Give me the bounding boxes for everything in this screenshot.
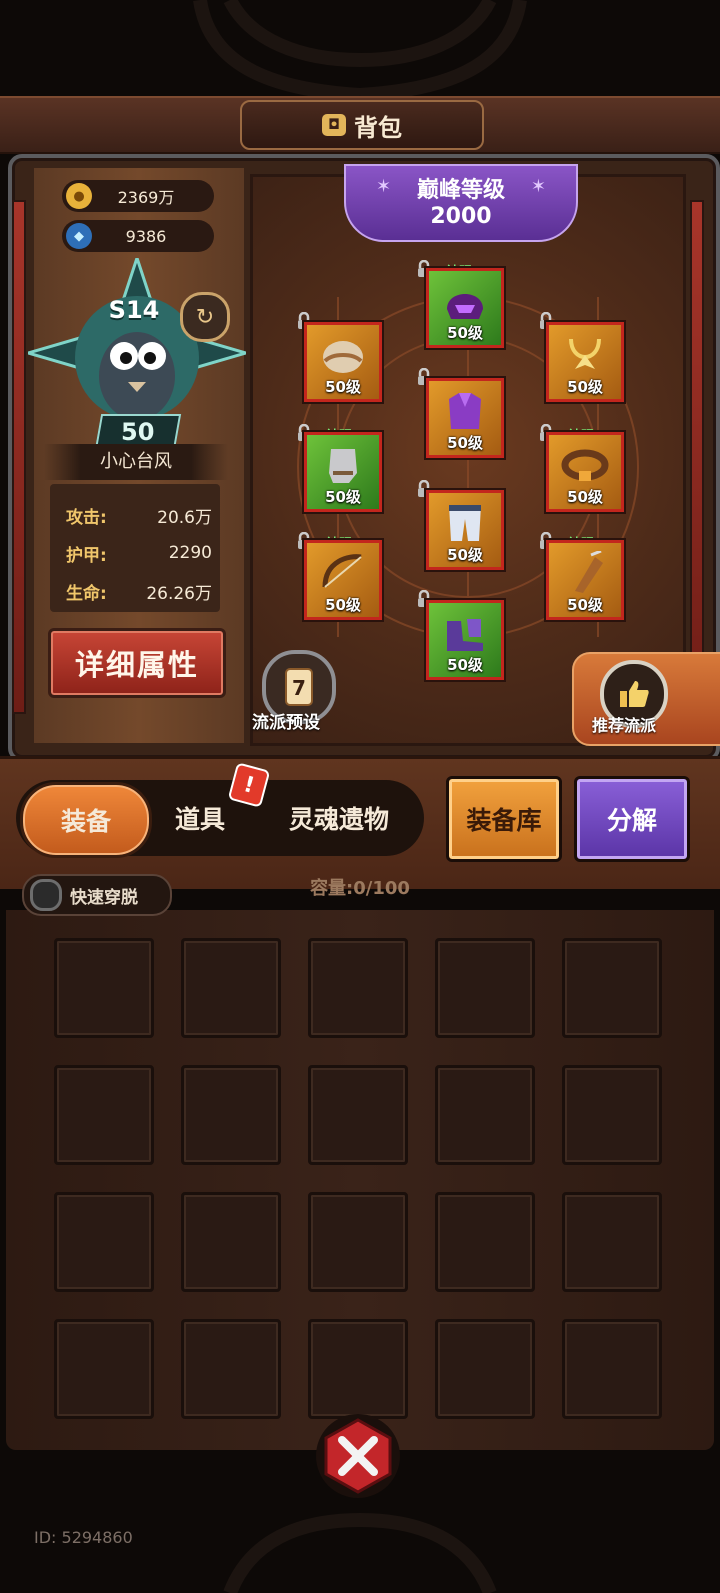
gloves-icon: [329, 449, 357, 483]
stat-label: 护甲:: [66, 545, 107, 566]
slot-level: 50级: [447, 434, 483, 452]
inventory-slot[interactable]: [181, 1065, 281, 1165]
equipment-storage-button[interactable]: 装备库: [446, 776, 562, 862]
inventory-slot[interactable]: [54, 938, 154, 1038]
inventory-slot[interactable]: [435, 938, 535, 1038]
stat-value: 26.26万: [146, 583, 212, 604]
slot-level: 50级: [325, 488, 361, 506]
inventory-slot[interactable]: [562, 1065, 662, 1165]
gold-counter: ● 2369万: [62, 180, 214, 212]
tab-soul-relics[interactable]: 灵魂遗物: [266, 780, 412, 856]
slot-level: 50级: [567, 378, 603, 396]
slot-level: 50级: [567, 488, 603, 506]
quick-swap-toggle[interactable]: 快速穿脱: [22, 874, 172, 916]
svg-text:7: 7: [292, 676, 306, 700]
inventory-slot[interactable]: [308, 938, 408, 1038]
slot-level: 50级: [447, 546, 483, 564]
inventory-capacity: 容量:0/100: [310, 878, 410, 899]
inventory-slot[interactable]: [435, 1192, 535, 1292]
equip-slot-bow[interactable]: 50级: [304, 540, 382, 620]
sparkle-icon: ✶: [376, 176, 392, 197]
page-title: 背包: [354, 113, 402, 142]
inventory-slot[interactable]: [562, 1319, 662, 1419]
thumbs-up-icon: [620, 681, 649, 707]
recommended-build-label: 推荐流派: [592, 716, 657, 735]
belt-icon: [561, 449, 609, 481]
decompose-button[interactable]: 分解: [574, 776, 690, 862]
inventory-slot[interactable]: [435, 1065, 535, 1165]
frame-left-bar: [12, 200, 26, 714]
title-plate: ◘ 背包: [240, 100, 484, 150]
stat-value: 2290: [168, 543, 212, 563]
stat-armor: 护甲: 2290: [66, 538, 212, 568]
inventory-slot[interactable]: [181, 938, 281, 1038]
sparkle-icon: ✶: [530, 176, 546, 197]
peak-level-value: 2000: [430, 204, 492, 229]
stat-health: 生命: 26.26万: [66, 576, 212, 606]
inventory-slot[interactable]: [562, 938, 662, 1038]
stat-attack: 攻击: 20.6万: [66, 500, 212, 530]
refresh-icon: ↻: [195, 304, 215, 330]
inventory-slot[interactable]: [308, 1192, 408, 1292]
gold-value: 2369万: [117, 188, 175, 207]
inventory-slot[interactable]: [54, 1319, 154, 1419]
inventory-slot[interactable]: [435, 1319, 535, 1419]
close-button[interactable]: [314, 1412, 402, 1500]
quiver-icon: [575, 551, 603, 593]
necklace-icon: [569, 338, 601, 369]
detail-attributes-button[interactable]: 详细属性: [48, 628, 226, 698]
inventory-slot[interactable]: [54, 1065, 154, 1165]
bow-icon: [322, 554, 362, 588]
quick-swap-label: 快速穿脱: [70, 887, 138, 908]
inventory-slot[interactable]: [181, 1192, 281, 1292]
card-icon: 7: [285, 668, 313, 706]
peak-level-banner: ✶ ✶ 巅峰等级 2000: [344, 164, 578, 242]
toggle-off-icon: [30, 879, 62, 911]
equip-slot-pauldron[interactable]: 50级: [304, 322, 382, 402]
slot-level: 50级: [567, 596, 603, 614]
slot-level: 50级: [325, 378, 361, 396]
equip-slot-helmet[interactable]: 50级: [426, 268, 504, 348]
gold-coin-icon: ●: [66, 183, 92, 209]
gem-icon: ◆: [66, 223, 92, 249]
slot-level: 50级: [447, 324, 483, 342]
equip-slot-belt[interactable]: 50级: [546, 432, 624, 512]
inventory-slot[interactable]: [54, 1192, 154, 1292]
pants-icon: [449, 505, 481, 541]
helmet-icon: [447, 294, 483, 319]
season-label: S14: [108, 296, 160, 324]
gem-counter: ◆ 9386: [62, 220, 214, 252]
equip-slot-quiver[interactable]: 50级: [546, 540, 624, 620]
slot-level: 50级: [325, 596, 361, 614]
equip-slot-necklace[interactable]: 50级: [546, 322, 624, 402]
equip-slot-armor[interactable]: 50级: [426, 378, 504, 458]
equip-slot-gloves[interactable]: 50级: [304, 432, 382, 512]
build-preset-label: 流派预设: [252, 713, 320, 733]
inventory-slot[interactable]: [181, 1319, 281, 1419]
inventory-slot[interactable]: [308, 1319, 408, 1419]
player-name: 小心台风: [44, 444, 228, 480]
boots-icon: [447, 619, 483, 651]
backpack-icon: ◘: [322, 114, 346, 136]
refresh-avatar-button[interactable]: ↻: [180, 292, 230, 342]
pauldron-icon: [323, 341, 363, 373]
inventory-slot[interactable]: [562, 1192, 662, 1292]
equip-slot-pants[interactable]: 50级: [426, 490, 504, 570]
stat-label: 生命:: [66, 583, 107, 604]
stat-value: 20.6万: [157, 507, 212, 528]
hero-level: 50: [121, 418, 155, 446]
user-id: ID: 5294860: [34, 1528, 133, 1547]
inventory-slot[interactable]: [308, 1065, 408, 1165]
stat-label: 攻击:: [66, 507, 107, 528]
tab-equipment[interactable]: 装备: [20, 782, 152, 858]
equip-slot-boots[interactable]: 50级: [426, 600, 504, 680]
armor-icon: [449, 393, 481, 429]
slot-level: 50级: [447, 656, 483, 674]
frame-right-bar: [690, 200, 704, 714]
gem-value: 9386: [125, 226, 167, 246]
